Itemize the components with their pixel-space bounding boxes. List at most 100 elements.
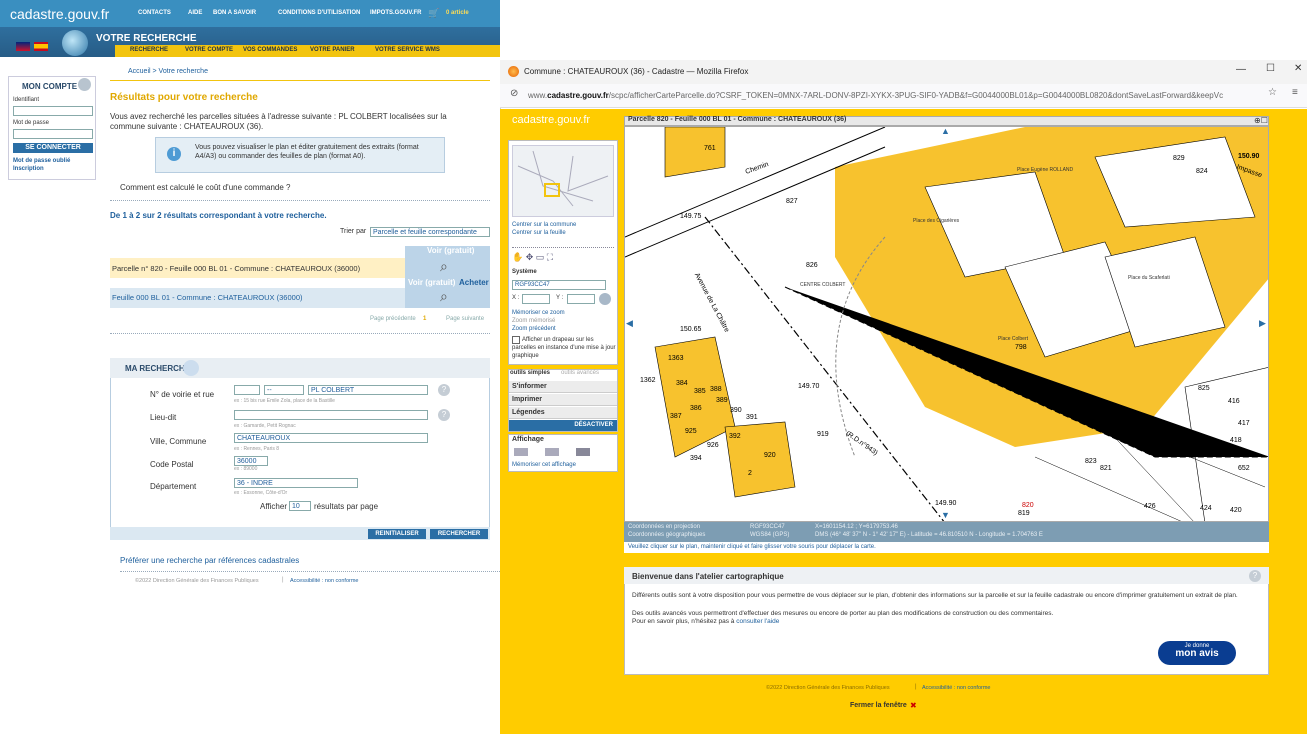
coord-proj-system: RGF93CC47 [750,524,785,530]
footer-access[interactable]: Accessibilité : non conforme [290,578,358,584]
link-conditions[interactable]: CONDITIONS D'UTILISATION [278,10,360,16]
page-number[interactable]: 1 [423,316,426,322]
pan-right-icon[interactable]: ▶ [1259,318,1266,329]
close-button[interactable]: ✕ [1294,63,1302,74]
page-next[interactable]: Page suivante [446,316,484,322]
identifiant-input[interactable] [13,106,93,116]
help-link[interactable]: consulter l'aide [736,618,779,625]
maximize-button[interactable]: ☐ [1266,63,1275,74]
flag-uk-icon[interactable] [16,42,30,51]
ville-input[interactable]: CHATEAUROUX [234,433,428,443]
parcel-label: 829 [1173,155,1185,162]
lieudit-input[interactable] [234,410,428,420]
desactiver-button[interactable]: DÉSACTIVER [509,420,617,431]
pan-down-icon[interactable]: ▼ [941,510,950,520]
y-input[interactable] [567,294,595,304]
cost-link[interactable]: Comment est calculé le coût d'une comman… [120,183,291,192]
nav-votre-panier[interactable]: VOTRE PANIER [310,47,355,53]
nav-votre-compte[interactable]: VOTRE COMPTE [185,47,233,53]
zoom-prec-link[interactable]: Zoom précédent [512,326,556,332]
bookmark-star-icon[interactable]: ☆ [1268,87,1277,98]
flag-es-icon[interactable] [34,42,48,51]
breadcrumb[interactable]: Accueil > Votre recherche [128,68,208,75]
memo-affichage-link[interactable]: Mémoriser cet affichage [512,462,576,468]
go-icon[interactable] [599,293,611,305]
page-prev[interactable]: Page précédente [370,316,416,322]
sort-select[interactable]: Parcelle et feuille correspondante [370,227,490,237]
street-input[interactable]: PL COLBERT [308,385,428,395]
info-text: Vous pouvez visualiser le plan et éditer… [195,144,419,160]
menu-icon[interactable]: ≡ [1292,87,1298,98]
cart-icon[interactable]: 🛒 [428,8,439,19]
cp-input[interactable]: 36000 [234,456,268,466]
overview-map[interactable] [512,145,614,217]
parcel-label: 424 [1200,505,1212,512]
dept-select[interactable]: 36 - INDRE [234,478,358,488]
pan-left-icon[interactable]: ◀ [626,318,633,329]
pan-up-icon[interactable]: ▲ [941,126,950,136]
magnifier-icon [183,360,199,376]
per-page-select[interactable]: 10 [289,501,311,511]
zoom-slider[interactable] [512,240,614,248]
nav-tools[interactable]: ✋ ✥ ▭ ⛶ [512,252,614,266]
voirie-select[interactable]: -- [264,385,304,395]
signup-link[interactable]: Inscription [13,166,44,172]
login-button[interactable]: SE CONNECTER [13,143,93,153]
result-row-1-text[interactable]: Parcelle n° 820 - Feuille 000 BL 01 - Co… [112,264,360,273]
site-logo[interactable]: cadastre.gouv.fr [10,6,109,22]
reset-button[interactable]: REINITIALISER [368,529,426,539]
close-icon[interactable]: ✖ [910,701,917,710]
voirie-number-input[interactable] [234,385,260,395]
map-logo: cadastre.gouv.fr [512,114,591,126]
altitude-label: 150.90 [1238,153,1260,160]
magnifier-icon[interactable]: ⌕ [440,288,448,305]
feedback-button[interactable]: Je donne mon avis [1158,641,1236,665]
parcel-label: 387 [670,413,682,420]
tab-outils-avances[interactable]: outils avancés [561,370,599,376]
x-label: X : [512,295,520,301]
password-input[interactable] [13,129,93,139]
memo-zoom-link[interactable]: Mémoriser ce zoom [512,310,565,316]
informer-item[interactable]: S'informer [509,381,617,393]
display-mode-icon[interactable] [514,448,528,456]
url-field[interactable]: www.cadastre.gouv.fr/scpc/afficherCarteP… [528,91,1273,100]
map-footer-access[interactable]: Accessibilité : non conforme [922,685,990,691]
voir-gratuit-2[interactable]: Voir (gratuit) [408,278,455,287]
link-impots[interactable]: IMPOTS.GOUV.FR [370,10,421,16]
forgot-password-link[interactable]: Mot de passe oublié [13,158,70,164]
help-icon[interactable]: ? [438,384,450,396]
link-bon-a-savoir[interactable]: BON A SAVOIR [213,10,256,16]
cart-count[interactable]: 0 article [446,10,469,16]
parcel-label: 417 [1238,420,1250,427]
x-input[interactable] [522,294,550,304]
tab-outils-simples[interactable]: outils simples [510,370,550,376]
parcel-label: 420 [1230,507,1242,514]
center-feuille-link[interactable]: Centrer sur la feuille [512,230,566,236]
window-controls-icon[interactable]: ⊕☐ [1254,116,1268,125]
display-mode-icon[interactable] [576,448,590,456]
parcel-label: 919 [817,431,829,438]
help-icon[interactable]: ? [1249,570,1261,582]
acheter-link[interactable]: Acheter [459,278,489,287]
shield-icon[interactable]: ⊘ [510,88,518,99]
link-contacts[interactable]: CONTACTS [138,10,171,16]
imprimer-item[interactable]: Imprimer [509,394,617,406]
result-row-2-text[interactable]: Feuille 000 BL 01 - Commune : CHATEAUROU… [112,293,303,302]
user-icon [78,78,91,91]
systeme-select[interactable]: RGF93CC47 [512,280,606,290]
minimize-button[interactable]: — [1236,64,1246,75]
ref-search-link[interactable]: Préférer une recherche par références ca… [120,556,299,565]
help-icon[interactable]: ? [438,409,450,421]
link-aide[interactable]: AIDE [188,10,202,16]
nav-vos-commandes[interactable]: VOS COMMANDES [243,47,297,53]
center-commune-link[interactable]: Centrer sur la commune [512,222,576,228]
nav-service-wms[interactable]: VOTRE SERVICE WMS [375,47,440,53]
magnifier-icon[interactable]: ⌕ [440,258,448,275]
systeme-label: Système [512,269,537,275]
zoom-memo-link[interactable]: Zoom mémorisé [512,318,555,324]
display-mode-icon[interactable] [545,448,559,456]
search-button[interactable]: RECHERCHER [430,529,488,539]
nav-recherche[interactable]: RECHERCHE [130,47,168,53]
legendes-item[interactable]: Légendes [509,407,617,419]
close-window-link[interactable]: Fermer la fenêtre [850,702,907,709]
